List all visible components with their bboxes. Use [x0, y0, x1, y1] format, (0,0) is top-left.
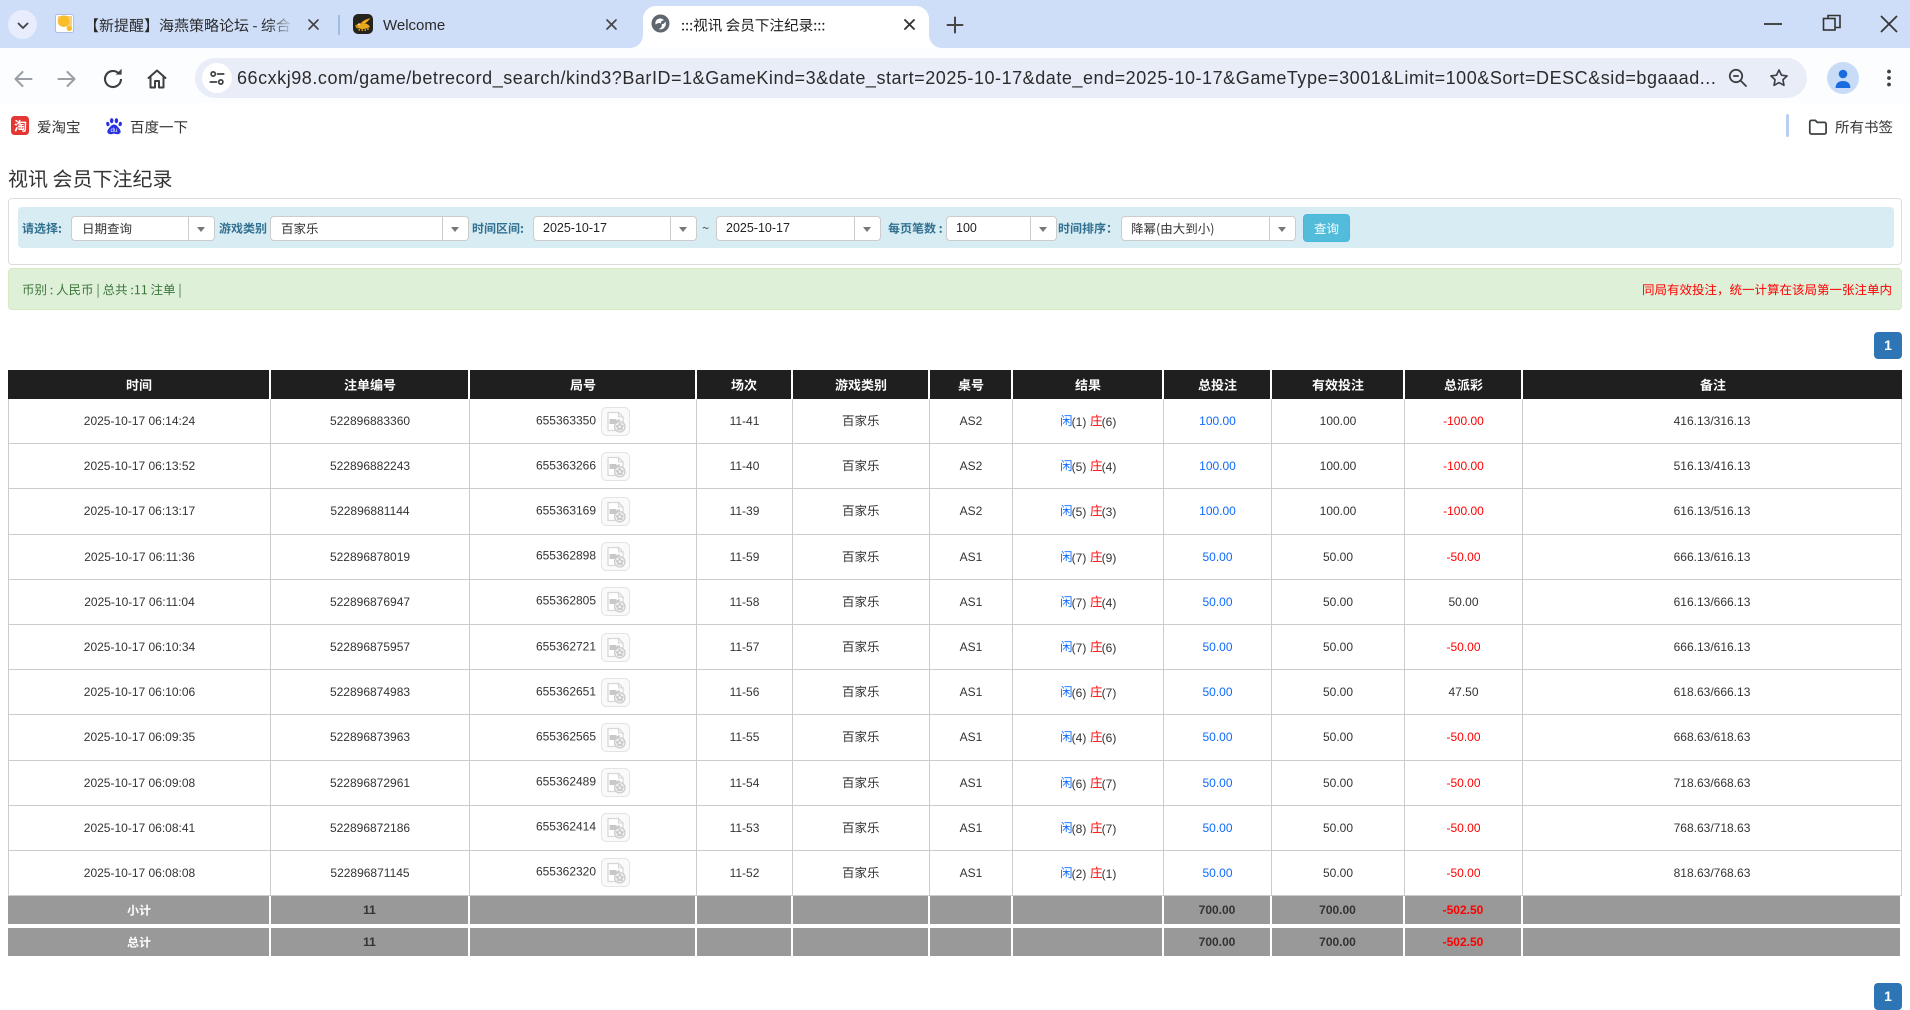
svg-text:du: du — [111, 127, 118, 134]
